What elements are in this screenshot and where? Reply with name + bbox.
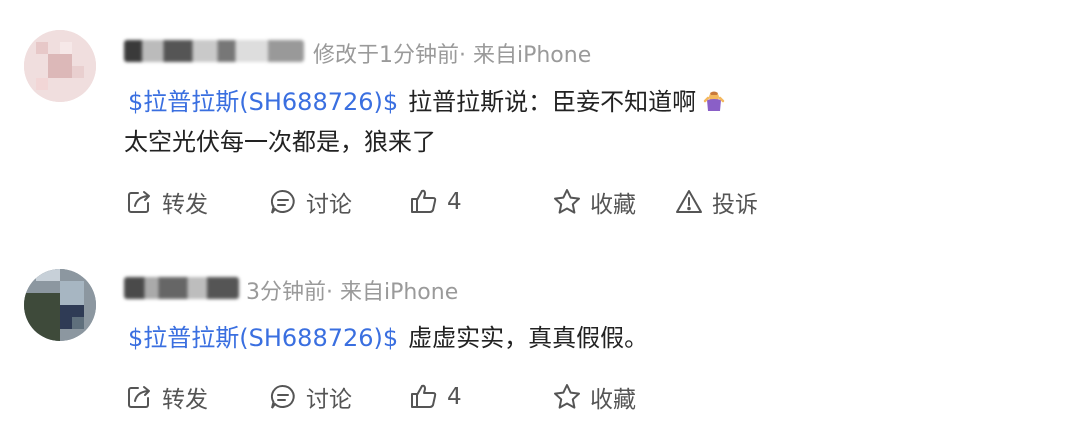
post-text: 太空光伏每一次都是，狼来了 <box>124 128 436 156</box>
post-content: $拉普拉斯(SH688726)$ 虚虚实实，真真假假。 <box>124 318 648 358</box>
star-icon <box>554 384 580 409</box>
avatar[interactable] <box>24 30 96 102</box>
favorite-label: 收藏 <box>590 192 636 218</box>
like-count: 4 <box>447 384 462 410</box>
report-button[interactable]: 投诉 <box>674 184 758 220</box>
stock-link[interactable]: $拉普拉斯(SH688726)$ <box>128 88 398 116</box>
star-icon <box>554 189 580 214</box>
like-count: 4 <box>447 189 462 215</box>
favorite-button[interactable]: 收藏 <box>552 184 636 220</box>
stock-link[interactable]: $拉普拉斯(SH688726)$ <box>128 324 398 352</box>
post-item: 修改于1分钟前· 来自iPhone $拉普拉斯(SH688726)$ 拉普拉斯说：… <box>0 0 1080 240</box>
favorite-label: 收藏 <box>590 387 636 413</box>
post-meta: 3分钟前· 来自iPhone <box>246 280 459 305</box>
post-meta: 修改于1分钟前· 来自iPhone <box>313 43 592 68</box>
post-text: 虚虚实实，真真假假。 <box>408 324 649 352</box>
comment-label: 讨论 <box>306 192 352 218</box>
favorite-button[interactable]: 收藏 <box>552 379 636 415</box>
report-label: 投诉 <box>712 192 758 218</box>
username-blurred[interactable] <box>124 40 304 62</box>
share-icon <box>128 386 150 408</box>
comment-icon <box>270 385 295 409</box>
thumbs-up-icon <box>411 189 437 213</box>
content-line: $拉普拉斯(SH688726)$ 虚虚实实，真真假假。 <box>124 318 648 358</box>
content-line: $拉普拉斯(SH688726)$ 拉普拉斯说：臣妾不知道啊 <box>124 82 726 122</box>
repost-button[interactable]: 转发 <box>124 379 208 415</box>
thumbs-up-icon <box>411 384 437 408</box>
like-button[interactable]: 4 <box>409 379 462 415</box>
share-icon <box>128 191 150 213</box>
post-content: $拉普拉斯(SH688726)$ 拉普拉斯说：臣妾不知道啊 太空光伏每一次都是，狼… <box>124 82 726 162</box>
comment-label: 讨论 <box>306 387 352 413</box>
repost-label: 转发 <box>162 387 208 413</box>
post-text: 拉普拉斯说：臣妾不知道啊 <box>408 88 697 116</box>
repost-label: 转发 <box>162 192 208 218</box>
like-button[interactable]: 4 <box>409 184 462 220</box>
comment-button[interactable]: 讨论 <box>268 184 352 220</box>
comment-button[interactable]: 讨论 <box>268 379 352 415</box>
username-blurred[interactable] <box>124 277 239 299</box>
avatar[interactable] <box>24 269 96 341</box>
post-item: 3分钟前· 来自iPhone $拉普拉斯(SH688726)$ 虚虚实实，真真假假… <box>0 240 1080 426</box>
person-shrugging-emoji <box>702 85 726 111</box>
warning-icon <box>676 190 702 213</box>
repost-button[interactable]: 转发 <box>124 184 208 220</box>
comment-icon <box>270 190 295 214</box>
